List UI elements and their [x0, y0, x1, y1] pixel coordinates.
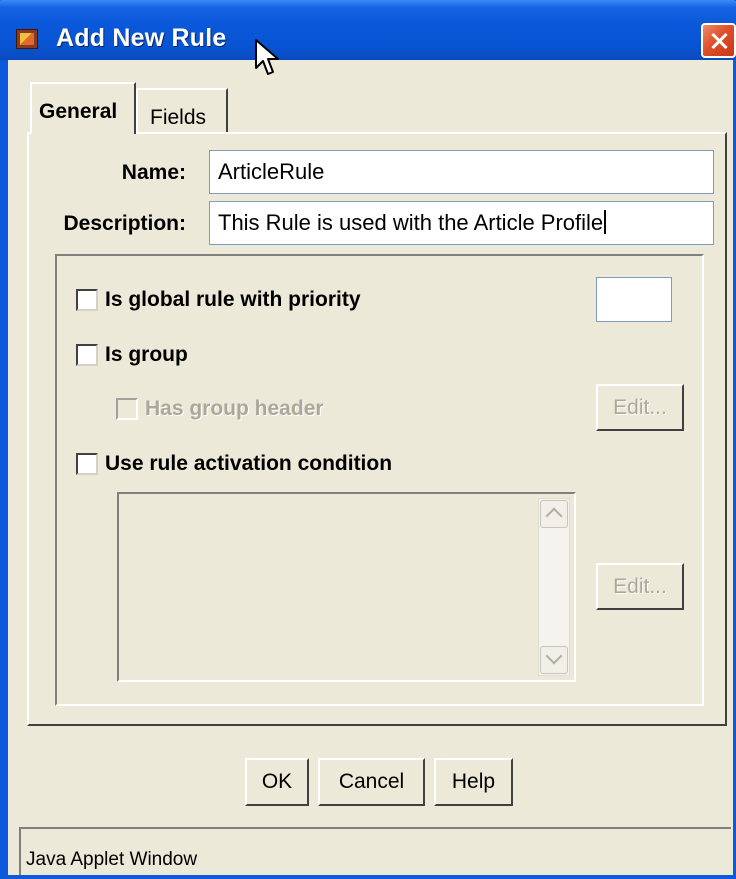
status-text: Java Applet Window [26, 849, 198, 870]
help-button[interactable]: Help [434, 758, 513, 806]
description-label: Description: [63, 212, 186, 235]
ok-button[interactable]: OK [245, 758, 309, 806]
is-group-option[interactable]: Is group [76, 343, 188, 367]
is-group-checkbox[interactable] [76, 344, 98, 366]
window-title: Add New Rule [56, 24, 227, 52]
name-value: ArticleRule [218, 159, 325, 184]
tab-general[interactable]: General [30, 82, 136, 134]
activation-condition-label: Use rule activation condition [105, 452, 393, 475]
chevron-down-icon [545, 647, 563, 665]
global-rule-label: Is global rule with priority [105, 288, 361, 311]
name-label: Name: [121, 161, 186, 184]
tab-fields[interactable]: Fields [136, 88, 228, 132]
global-rule-checkbox[interactable] [76, 289, 98, 311]
description-input[interactable]: This Rule is used with the Article Profi… [209, 201, 714, 245]
has-group-header-checkbox [116, 398, 138, 420]
activation-condition-checkbox[interactable] [76, 453, 98, 475]
group-header-edit-button: Edit... [596, 384, 684, 431]
chevron-up-icon [545, 507, 563, 525]
window-frame [4, 60, 8, 875]
global-rule-option[interactable]: Is global rule with priority [76, 288, 361, 312]
app-icon [16, 29, 38, 49]
has-group-header-label: Has group header [145, 397, 324, 420]
description-value: This Rule is used with the Article Profi… [218, 210, 604, 235]
close-button[interactable] [701, 23, 736, 58]
activation-condition-option[interactable]: Use rule activation condition [76, 452, 392, 476]
text-cursor [604, 210, 607, 234]
scroll-up-button [540, 500, 568, 528]
cancel-button[interactable]: Cancel [318, 758, 425, 806]
priority-input[interactable] [596, 277, 672, 322]
status-bar: Java Applet Window [19, 827, 731, 875]
title-bar[interactable]: Add New Rule [0, 0, 736, 60]
activation-condition-textarea [117, 492, 576, 682]
mouse-pointer-icon [255, 39, 279, 75]
is-group-label: Is group [105, 343, 188, 366]
textarea-scrollbar [538, 498, 570, 676]
activation-edit-button: Edit... [596, 563, 684, 610]
name-input[interactable]: ArticleRule [209, 150, 714, 194]
scroll-down-button [540, 646, 568, 674]
has-group-header-option: Has group header [116, 397, 324, 421]
